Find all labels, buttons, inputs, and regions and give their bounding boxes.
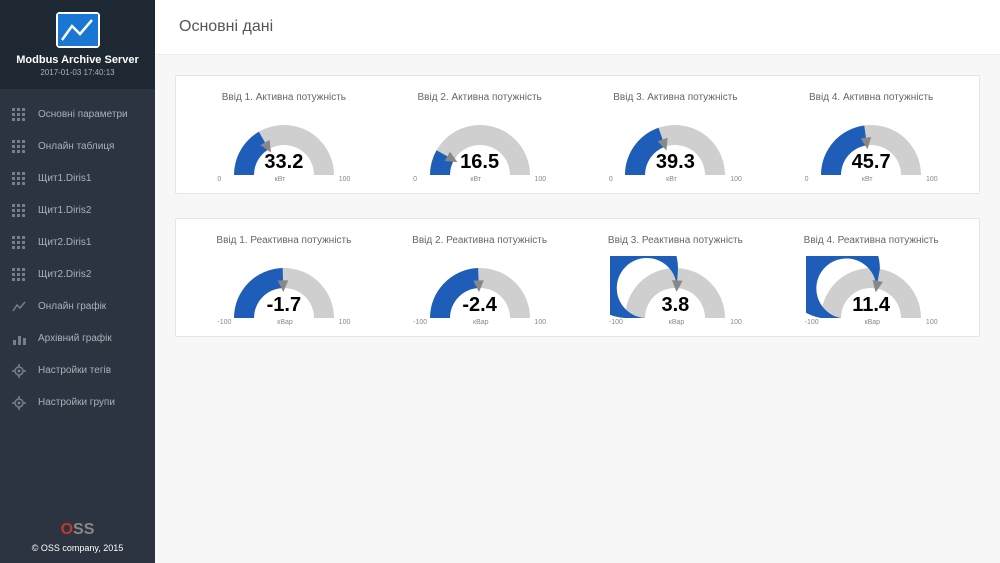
- gauge-value: 16.5: [387, 151, 572, 174]
- gauge-1-0: Ввід 1. Реактивна потужність -1.7-100кВа…: [191, 235, 376, 326]
- gauge-title: Ввід 3. Реактивна потужність: [583, 235, 768, 246]
- gauge-panel-1: Ввід 1. Реактивна потужність -1.7-100кВа…: [175, 218, 980, 337]
- gauge-value: 33.2: [191, 151, 376, 174]
- gauge-scale: -100кВар100: [779, 317, 964, 326]
- gear-icon: [12, 364, 26, 378]
- sidebar-item-label: Онлайн графік: [38, 301, 106, 313]
- grid-icon: [12, 172, 26, 186]
- sidebar-item-label: Настройки групи: [38, 397, 115, 409]
- gauge-1-1: Ввід 2. Реактивна потужність -2.4-100кВа…: [387, 235, 572, 326]
- gauge-title: Ввід 2. Реактивна потужність: [387, 235, 572, 246]
- timestamp: 2017-01-03 17:40:13: [0, 68, 155, 77]
- gauge-title: Ввід 2. Активна потужність: [387, 92, 572, 103]
- gauge-value: -1.7: [191, 294, 376, 317]
- app-title: Modbus Archive Server: [0, 54, 155, 66]
- gauge-scale: 0кВт100: [387, 174, 572, 183]
- footer-logo: OSS: [12, 521, 143, 539]
- grid-icon: [12, 140, 26, 154]
- gauge-scale: -100кВар100: [387, 317, 572, 326]
- gauge-value: 45.7: [779, 151, 964, 174]
- sidebar-item-8[interactable]: Настройки тегів: [0, 355, 155, 387]
- sidebar-item-3[interactable]: Щит1.Diris2: [0, 195, 155, 227]
- gauge-value: 11.4: [779, 294, 964, 317]
- gauge-title: Ввід 4. Реактивна потужність: [779, 235, 964, 246]
- gauge-title: Ввід 1. Реактивна потужність: [191, 235, 376, 246]
- nav-menu: Основні параметри Онлайн таблиця Щит1.Diri…: [0, 89, 155, 513]
- gauge-title: Ввід 3. Активна потужність: [583, 92, 768, 103]
- sidebar-item-4[interactable]: Щит2.Diris1: [0, 227, 155, 259]
- gear-icon: [12, 396, 26, 410]
- grid-icon: [12, 236, 26, 250]
- gauge-value: -2.4: [387, 294, 572, 317]
- gauge-1-3: Ввід 4. Реактивна потужність 11.4-100кВа…: [779, 235, 964, 326]
- sidebar-item-7[interactable]: Архівний графік: [0, 323, 155, 355]
- line-icon: [12, 300, 26, 314]
- sidebar-item-label: Щит1.Diris1: [38, 173, 91, 185]
- footer-copyright: © OSS company, 2015: [12, 543, 143, 553]
- sidebar-item-label: Онлайн таблиця: [38, 141, 114, 153]
- gauge-1-2: Ввід 3. Реактивна потужність 3.8-100кВар…: [583, 235, 768, 326]
- sidebar-item-label: Щит2.Diris2: [38, 269, 91, 281]
- gauge-value: 3.8: [583, 294, 768, 317]
- app-logo-icon: [56, 12, 100, 48]
- footer: OSS © OSS company, 2015: [0, 513, 155, 563]
- sidebar-item-0[interactable]: Основні параметри: [0, 99, 155, 131]
- gauge-title: Ввід 4. Активна потужність: [779, 92, 964, 103]
- sidebar-item-label: Щит2.Diris1: [38, 237, 91, 249]
- dashboard-content: Ввід 1. Активна потужність 33.20кВт100Вв…: [155, 55, 1000, 381]
- sidebar-item-2[interactable]: Щит1.Diris1: [0, 163, 155, 195]
- sidebar-item-label: Щит1.Diris2: [38, 205, 91, 217]
- grid-icon: [12, 108, 26, 122]
- gauge-scale: 0кВт100: [779, 174, 964, 183]
- bar-icon: [12, 332, 26, 346]
- sidebar-item-1[interactable]: Онлайн таблиця: [0, 131, 155, 163]
- gauge-scale: -100кВар100: [583, 317, 768, 326]
- grid-icon: [12, 204, 26, 218]
- main-content: Основні дані Ввід 1. Активна потужність …: [155, 0, 1000, 563]
- gauge-scale: 0кВт100: [191, 174, 376, 183]
- gauge-scale: -100кВар100: [191, 317, 376, 326]
- gauge-0-0: Ввід 1. Активна потужність 33.20кВт100: [191, 92, 376, 183]
- gauge-value: 39.3: [583, 151, 768, 174]
- sidebar-item-5[interactable]: Щит2.Diris2: [0, 259, 155, 291]
- gauge-0-2: Ввід 3. Активна потужність 39.30кВт100: [583, 92, 768, 183]
- gauge-panel-0: Ввід 1. Активна потужність 33.20кВт100Вв…: [175, 75, 980, 194]
- gauge-0-3: Ввід 4. Активна потужність 45.70кВт100: [779, 92, 964, 183]
- page-title: Основні дані: [155, 0, 1000, 55]
- grid-icon: [12, 268, 26, 282]
- sidebar-item-label: Основні параметри: [38, 109, 128, 121]
- gauge-title: Ввід 1. Активна потужність: [191, 92, 376, 103]
- gauge-scale: 0кВт100: [583, 174, 768, 183]
- logo-area: Modbus Archive Server 2017-01-03 17:40:1…: [0, 0, 155, 89]
- gauge-0-1: Ввід 2. Активна потужність 16.50кВт100: [387, 92, 572, 183]
- sidebar-item-9[interactable]: Настройки групи: [0, 387, 155, 419]
- sidebar-item-label: Настройки тегів: [38, 365, 111, 377]
- sidebar-item-6[interactable]: Онлайн графік: [0, 291, 155, 323]
- sidebar-item-label: Архівний графік: [38, 333, 112, 345]
- sidebar: Modbus Archive Server 2017-01-03 17:40:1…: [0, 0, 155, 563]
